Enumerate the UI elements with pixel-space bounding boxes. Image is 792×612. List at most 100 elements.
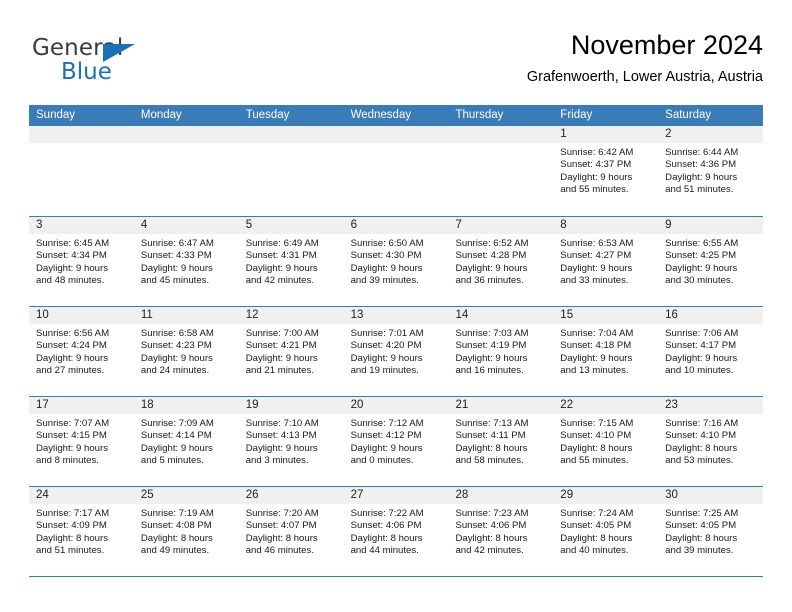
day-cell[interactable]: 7 Sunrise: 6:52 AM Sunset: 4:28 PM Dayli… <box>448 217 554 306</box>
sunrise-text: Sunrise: 6:50 AM <box>350 238 424 249</box>
daylight-text-line2: and 8 minutes. <box>36 455 99 467</box>
daylight-text-line2: and 39 minutes. <box>665 545 734 557</box>
sunrise-text: Sunrise: 7:04 AM <box>560 328 634 339</box>
day-number: 2 <box>665 128 672 140</box>
day-cell[interactable]: 26 Sunrise: 7:20 AM Sunset: 4:07 PM Dayl… <box>238 487 344 576</box>
daylight-text-line2: and 16 minutes. <box>455 365 524 377</box>
day-cell[interactable]: 12 Sunrise: 7:00 AM Sunset: 4:21 PM Dayl… <box>238 307 344 396</box>
daylight-text-line2: and 27 minutes. <box>36 365 105 377</box>
sunrise-text: Sunrise: 7:01 AM <box>350 328 424 339</box>
day-cell[interactable]: 9 Sunrise: 6:55 AM Sunset: 4:25 PM Dayli… <box>658 217 764 306</box>
day-number: 12 <box>245 309 259 321</box>
daylight-text-line2: and 55 minutes. <box>560 184 629 196</box>
general-blue-logo[interactable]: General Blue <box>30 34 210 90</box>
day-cell[interactable]: 24 Sunrise: 7:17 AM Sunset: 4:09 PM Dayl… <box>29 487 134 576</box>
day-number: 10 <box>36 309 49 321</box>
calendar-page: General Blue November 2024 Grafenwoerth,… <box>0 0 792 612</box>
daylight-text-line1: Daylight: 9 hours <box>350 442 423 454</box>
weekday-thursday: Thursday <box>455 109 504 121</box>
daylight-text-line1: Daylight: 8 hours <box>36 532 108 544</box>
sunrise-text: Sunrise: 7:16 AM <box>665 418 739 429</box>
day-cell[interactable]: 1 Sunrise: 6:42 AM Sunset: 4:37 PM Dayli… <box>553 126 659 216</box>
day-cell[interactable]: 3 Sunrise: 6:45 AM Sunset: 4:34 PM Dayli… <box>29 217 134 306</box>
sunrise-text: Sunrise: 6:52 AM <box>455 238 529 249</box>
daylight-text-line2: and 58 minutes. <box>455 455 524 467</box>
day-cell[interactable]: 22 Sunrise: 7:15 AM Sunset: 4:10 PM Dayl… <box>553 397 659 486</box>
sunrise-text: Sunrise: 7:15 AM <box>560 418 634 429</box>
daylight-text-line1: Daylight: 9 hours <box>245 352 318 364</box>
daylight-text-line1: Daylight: 9 hours <box>245 442 318 454</box>
day-details: Sunrise: 7:19 AM Sunset: 4:08 PM Dayligh… <box>134 505 239 558</box>
sunset-text: Sunset: 4:31 PM <box>245 250 317 262</box>
week-row: 1 Sunrise: 6:42 AM Sunset: 4:37 PM Dayli… <box>29 126 764 216</box>
weekday-header-row: Sunday Monday Tuesday Wednesday Thursday… <box>29 105 763 126</box>
day-cell[interactable]: 14 Sunrise: 7:03 AM Sunset: 4:19 PM Dayl… <box>448 307 554 396</box>
day-number: 26 <box>245 489 259 501</box>
daylight-text-line1: Daylight: 9 hours <box>665 262 738 274</box>
day-number: 5 <box>245 219 253 231</box>
day-cell[interactable]: 2 Sunrise: 6:44 AM Sunset: 4:36 PM Dayli… <box>658 126 764 216</box>
day-cell[interactable]: 15 Sunrise: 7:04 AM Sunset: 4:18 PM Dayl… <box>553 307 659 396</box>
daylight-text-line2: and 3 minutes. <box>245 455 309 467</box>
day-cell <box>238 126 344 216</box>
day-cell[interactable]: 30 Sunrise: 7:25 AM Sunset: 4:05 PM Dayl… <box>658 487 764 576</box>
day-number: 25 <box>140 489 154 501</box>
sunset-text: Sunset: 4:19 PM <box>455 340 527 352</box>
sunrise-text: Sunrise: 7:13 AM <box>455 418 529 429</box>
day-cell[interactable]: 10 Sunrise: 6:56 AM Sunset: 4:24 PM Dayl… <box>29 307 134 396</box>
sunrise-text: Sunrise: 7:23 AM <box>455 508 529 519</box>
day-number: 16 <box>665 309 678 321</box>
day-details: Sunrise: 6:42 AM Sunset: 4:37 PM Dayligh… <box>553 144 658 197</box>
day-number: 7 <box>455 219 462 231</box>
day-cell <box>343 126 449 216</box>
day-cell[interactable]: 16 Sunrise: 7:06 AM Sunset: 4:17 PM Dayl… <box>658 307 764 396</box>
day-number: 3 <box>36 219 43 231</box>
sunset-text: Sunset: 4:09 PM <box>36 520 107 532</box>
day-cell[interactable]: 18 Sunrise: 7:09 AM Sunset: 4:14 PM Dayl… <box>133 397 239 486</box>
day-details: Sunrise: 7:15 AM Sunset: 4:10 PM Dayligh… <box>553 415 658 468</box>
day-cell[interactable]: 11 Sunrise: 6:58 AM Sunset: 4:23 PM Dayl… <box>133 307 239 396</box>
daylight-text-line2: and 5 minutes. <box>140 455 204 467</box>
day-cell <box>29 126 134 216</box>
daylight-text-line1: Daylight: 9 hours <box>140 352 213 364</box>
sunrise-text: Sunrise: 7:06 AM <box>665 328 739 339</box>
daylight-text-line2: and 51 minutes. <box>36 545 105 557</box>
daylight-text-line1: Daylight: 9 hours <box>665 352 738 364</box>
day-details: Sunrise: 6:55 AM Sunset: 4:25 PM Dayligh… <box>658 235 763 288</box>
sunrise-text: Sunrise: 7:00 AM <box>245 328 319 339</box>
sunrise-text: Sunrise: 6:45 AM <box>36 238 110 249</box>
day-cell[interactable]: 25 Sunrise: 7:19 AM Sunset: 4:08 PM Dayl… <box>133 487 239 576</box>
daylight-text-line2: and 0 minutes. <box>350 455 414 467</box>
day-number: 20 <box>350 399 364 411</box>
day-cell[interactable]: 6 Sunrise: 6:50 AM Sunset: 4:30 PM Dayli… <box>343 217 449 306</box>
day-number: 19 <box>245 399 259 411</box>
sunrise-text: Sunrise: 6:49 AM <box>245 238 319 249</box>
day-number: 23 <box>665 399 678 411</box>
day-cell[interactable]: 20 Sunrise: 7:12 AM Sunset: 4:12 PM Dayl… <box>343 397 449 486</box>
day-cell[interactable]: 5 Sunrise: 6:49 AM Sunset: 4:31 PM Dayli… <box>238 217 344 306</box>
sunrise-text: Sunrise: 6:55 AM <box>665 238 739 249</box>
day-cell[interactable]: 27 Sunrise: 7:22 AM Sunset: 4:06 PM Dayl… <box>343 487 449 576</box>
sunrise-text: Sunrise: 7:17 AM <box>36 508 110 519</box>
day-cell[interactable]: 23 Sunrise: 7:16 AM Sunset: 4:10 PM Dayl… <box>658 397 764 486</box>
day-cell[interactable]: 13 Sunrise: 7:01 AM Sunset: 4:20 PM Dayl… <box>343 307 449 396</box>
day-cell[interactable]: 8 Sunrise: 6:53 AM Sunset: 4:27 PM Dayli… <box>553 217 659 306</box>
daylight-text-line1: Daylight: 8 hours <box>560 442 633 454</box>
daylight-text-line1: Daylight: 8 hours <box>665 442 738 454</box>
sunset-text: Sunset: 4:08 PM <box>140 520 212 532</box>
daylight-text-line1: Daylight: 8 hours <box>140 532 213 544</box>
day-cell[interactable]: 21 Sunrise: 7:13 AM Sunset: 4:11 PM Dayl… <box>448 397 554 486</box>
day-cell[interactable]: 4 Sunrise: 6:47 AM Sunset: 4:33 PM Dayli… <box>133 217 239 306</box>
daylight-text-line2: and 40 minutes. <box>560 545 629 557</box>
day-cell[interactable]: 17 Sunrise: 7:07 AM Sunset: 4:15 PM Dayl… <box>29 397 134 486</box>
day-number: 4 <box>140 219 148 231</box>
day-number: 8 <box>560 219 567 231</box>
day-cell[interactable]: 29 Sunrise: 7:24 AM Sunset: 4:05 PM Dayl… <box>553 487 659 576</box>
sunset-text: Sunset: 4:14 PM <box>140 430 212 442</box>
daylight-text-line2: and 42 minutes. <box>455 545 524 557</box>
daylight-text-line1: Daylight: 9 hours <box>350 352 423 364</box>
day-number: 30 <box>665 489 678 501</box>
day-number: 21 <box>455 399 469 411</box>
day-cell[interactable]: 19 Sunrise: 7:10 AM Sunset: 4:13 PM Dayl… <box>238 397 344 486</box>
day-cell[interactable]: 28 Sunrise: 7:23 AM Sunset: 4:06 PM Dayl… <box>448 487 554 576</box>
